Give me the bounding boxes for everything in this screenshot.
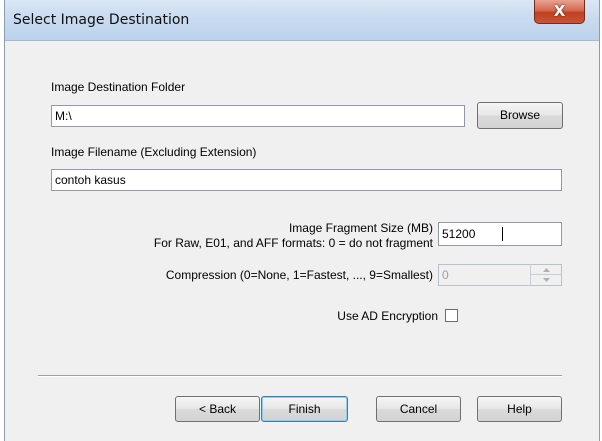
close-icon: X xyxy=(553,2,566,20)
fragment-size-hint: For Raw, E01, and AFF formats: 0 = do no… xyxy=(153,236,433,250)
fragment-size-value: 51200 xyxy=(442,227,476,241)
close-button[interactable]: X xyxy=(534,0,585,24)
spin-down-button[interactable] xyxy=(531,274,562,284)
text-cursor xyxy=(502,227,503,241)
back-button[interactable]: < Back xyxy=(175,396,260,422)
filename-label: Image Filename (Excluding Extension) xyxy=(51,145,257,159)
browse-button[interactable]: Browse xyxy=(477,102,563,129)
compression-spinner[interactable] xyxy=(530,264,562,286)
encryption-label: Use AD Encryption xyxy=(337,309,438,323)
fragment-size-input[interactable]: 51200 xyxy=(438,222,562,246)
title-bar[interactable]: Select Image Destination X xyxy=(5,0,599,41)
spin-down-icon xyxy=(543,278,550,282)
compression-value: 0 xyxy=(442,268,449,282)
finish-button[interactable]: Finish xyxy=(261,396,348,422)
destination-folder-label: Image Destination Folder xyxy=(51,80,186,94)
help-button[interactable]: Help xyxy=(477,396,562,422)
compression-label: Compression (0=None, 1=Fastest, ..., 9=S… xyxy=(165,268,433,282)
cancel-button[interactable]: Cancel xyxy=(376,396,461,422)
fragment-size-label: Image Fragment Size (MB) xyxy=(288,221,433,235)
destination-folder-input[interactable]: M:\ xyxy=(51,105,465,127)
dialog-window: Select Image Destination X Image Destina… xyxy=(4,0,600,441)
dialog-title: Select Image Destination xyxy=(13,12,190,28)
encryption-checkbox[interactable] xyxy=(445,309,458,322)
separator xyxy=(38,375,562,377)
filename-input[interactable]: contoh kasus xyxy=(51,169,562,191)
